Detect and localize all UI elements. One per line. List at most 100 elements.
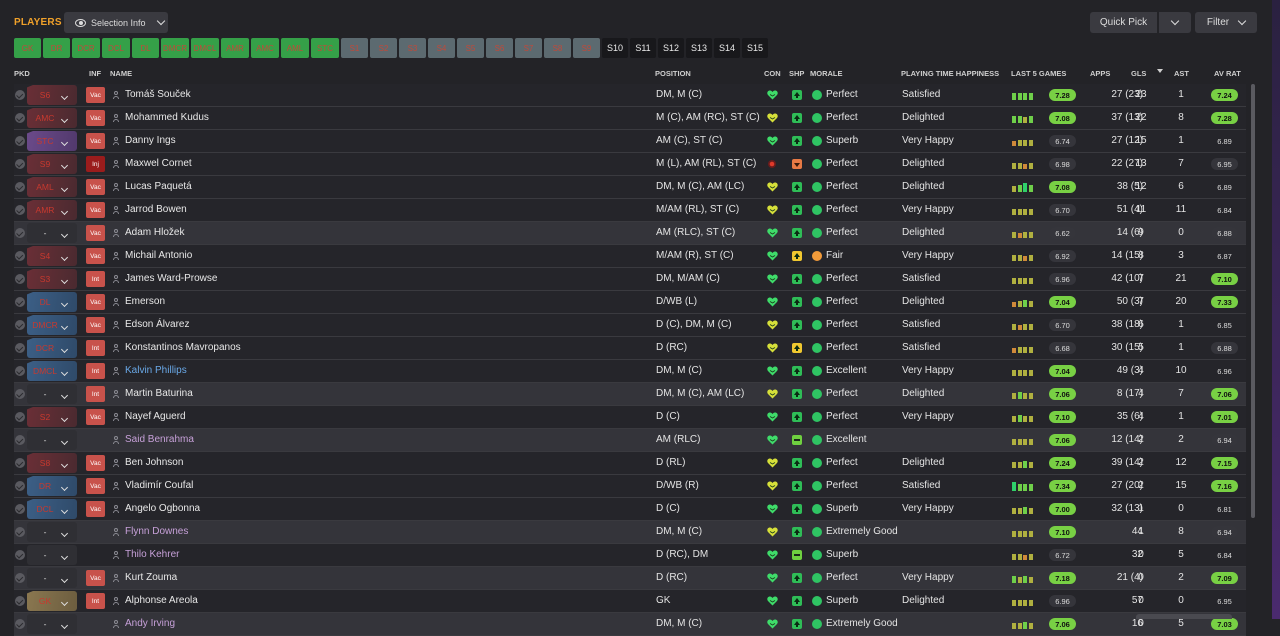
position-tab-dr[interactable]: DR: [43, 38, 70, 58]
col-inf[interactable]: INF: [89, 69, 101, 78]
player-name[interactable]: Tomáš Souček: [125, 89, 191, 100]
select-checkbox[interactable]: [15, 573, 25, 583]
inf-badge[interactable]: Vac: [86, 248, 105, 264]
player-name[interactable]: Mohammed Kudus: [125, 112, 209, 123]
player-name[interactable]: Jarrod Bowen: [125, 204, 187, 215]
inf-badge[interactable]: Int: [86, 340, 105, 356]
inf-badge[interactable]: Vac: [86, 478, 105, 494]
player-name[interactable]: James Ward-Prowse: [125, 273, 217, 284]
select-checkbox[interactable]: [15, 159, 25, 169]
pkd-selector[interactable]: DMCL: [27, 361, 77, 381]
position-tab-s5[interactable]: S5: [457, 38, 484, 58]
player-name[interactable]: Ben Johnson: [125, 457, 183, 468]
pkd-selector[interactable]: -: [27, 223, 77, 243]
pkd-selector[interactable]: DL: [27, 292, 77, 312]
col-gls[interactable]: GLS: [1131, 69, 1146, 78]
pkd-selector[interactable]: -: [27, 614, 77, 634]
quick-pick-button[interactable]: Quick Pick: [1090, 12, 1157, 33]
chevron-down-icon[interactable]: [60, 482, 69, 492]
player-name[interactable]: Maxwel Cornet: [125, 158, 192, 169]
pkd-selector[interactable]: S4: [27, 246, 77, 266]
pkd-selector[interactable]: S9: [27, 154, 77, 174]
position-tab-s1[interactable]: S1: [341, 38, 368, 58]
inf-badge[interactable]: Vac: [86, 294, 105, 310]
pkd-selector[interactable]: S8: [27, 453, 77, 473]
table-row[interactable]: S4 Vac Michail Antonio M/AM (R), ST (C) Fair…: [14, 245, 1246, 268]
select-checkbox[interactable]: [15, 550, 25, 560]
player-name[interactable]: Said Benrahma: [125, 434, 194, 445]
table-row[interactable]: - Thilo Kehrer D (RC), DM Superb 6.72 32 0 5 6.8…: [14, 544, 1246, 567]
select-checkbox[interactable]: [15, 458, 25, 468]
pkd-selector[interactable]: DMCR: [27, 315, 77, 335]
select-checkbox[interactable]: [15, 113, 25, 123]
select-checkbox[interactable]: [15, 481, 25, 491]
position-tab-dmcl[interactable]: DMCL: [191, 38, 219, 58]
player-name[interactable]: Thilo Kehrer: [125, 549, 179, 560]
col-ast[interactable]: AST: [1174, 69, 1189, 78]
position-tab-dcr[interactable]: DCR: [72, 38, 100, 58]
select-checkbox[interactable]: [15, 366, 25, 376]
select-checkbox[interactable]: [15, 619, 25, 629]
chevron-down-icon[interactable]: [60, 91, 69, 101]
inf-badge[interactable]: Int: [86, 271, 105, 287]
col-con[interactable]: CON: [764, 69, 781, 78]
pkd-selector[interactable]: S6: [27, 85, 77, 105]
chevron-down-icon[interactable]: [60, 436, 69, 446]
inf-badge[interactable]: Vac: [86, 317, 105, 333]
table-row[interactable]: DMCR Vac Edson Álvarez D (C), DM, M (C) Perf…: [14, 314, 1246, 337]
select-checkbox[interactable]: [15, 504, 25, 514]
table-row[interactable]: GK Int Alphonse Areola GK Superb Delighted 6.9…: [14, 590, 1246, 613]
player-name[interactable]: Emerson: [125, 296, 165, 307]
pkd-selector[interactable]: DR: [27, 476, 77, 496]
quick-pick-dropdown[interactable]: [1159, 12, 1191, 33]
inf-badge[interactable]: Vac: [86, 87, 105, 103]
chevron-down-icon[interactable]: [60, 252, 69, 262]
position-tab-s10[interactable]: S10: [602, 38, 628, 58]
table-row[interactable]: S6 Vac Tomáš Souček DM, M (C) Perfect Satisfi…: [14, 84, 1246, 107]
chevron-down-icon[interactable]: [60, 413, 69, 423]
pkd-selector[interactable]: -: [27, 568, 77, 588]
chevron-down-icon[interactable]: [60, 597, 69, 607]
position-tab-dmcr[interactable]: DMCR: [161, 38, 189, 58]
inf-badge[interactable]: Vac: [86, 179, 105, 195]
table-row[interactable]: - Flynn Downes DM, M (C) Extremely Good 7.10…: [14, 521, 1246, 544]
chevron-down-icon[interactable]: [60, 390, 69, 400]
player-name[interactable]: Martin Baturina: [125, 388, 193, 399]
position-tab-stc[interactable]: STC: [311, 38, 339, 58]
chevron-down-icon[interactable]: [60, 551, 69, 561]
position-tab-s9[interactable]: S9: [573, 38, 600, 58]
table-row[interactable]: S3 Int James Ward-Prowse DM, M/AM (C) Perfec…: [14, 268, 1246, 291]
col-position[interactable]: POSITION: [655, 69, 691, 78]
position-tab-s13[interactable]: S13: [686, 38, 712, 58]
select-checkbox[interactable]: [15, 205, 25, 215]
chevron-down-icon[interactable]: [60, 367, 69, 377]
player-name[interactable]: Michail Antonio: [125, 250, 192, 261]
inf-badge[interactable]: Vac: [86, 409, 105, 425]
inf-badge[interactable]: Int: [86, 593, 105, 609]
select-checkbox[interactable]: [15, 320, 25, 330]
player-name[interactable]: Edson Álvarez: [125, 319, 189, 330]
pkd-selector[interactable]: AMR: [27, 200, 77, 220]
position-tab-amc[interactable]: AMC: [251, 38, 279, 58]
table-row[interactable]: - Vac Kurt Zouma D (RC) Perfect Very Happy 7.1…: [14, 567, 1246, 590]
chevron-down-icon[interactable]: [60, 459, 69, 469]
inf-badge[interactable]: Vac: [86, 133, 105, 149]
table-row[interactable]: - Int Martin Baturina DM, M (C), AM (LC) Per…: [14, 383, 1246, 406]
chevron-down-icon[interactable]: [60, 183, 69, 193]
col-shp[interactable]: SHP: [789, 69, 804, 78]
position-tab-s11[interactable]: S11: [630, 38, 656, 58]
position-tab-gk[interactable]: GK: [14, 38, 41, 58]
chevron-down-icon[interactable]: [60, 321, 69, 331]
col-apps[interactable]: APPS: [1090, 69, 1110, 78]
chevron-down-icon[interactable]: [60, 505, 69, 515]
select-checkbox[interactable]: [15, 182, 25, 192]
chevron-down-icon[interactable]: [60, 206, 69, 216]
position-tab-s15[interactable]: S15: [742, 38, 768, 58]
table-row[interactable]: DMCL Int Kalvin Phillips DM, M (C) Excellent…: [14, 360, 1246, 383]
table-row[interactable]: DL Vac Emerson D/WB (L) Perfect Delighted 7.04…: [14, 291, 1246, 314]
select-checkbox[interactable]: [15, 274, 25, 284]
table-row[interactable]: DR Vac Vladimír Coufal D/WB (R) Perfect Satis…: [14, 475, 1246, 498]
filter-button[interactable]: Filter: [1195, 12, 1257, 33]
position-tab-amr[interactable]: AMR: [221, 38, 249, 58]
inf-badge[interactable]: Vac: [86, 570, 105, 586]
